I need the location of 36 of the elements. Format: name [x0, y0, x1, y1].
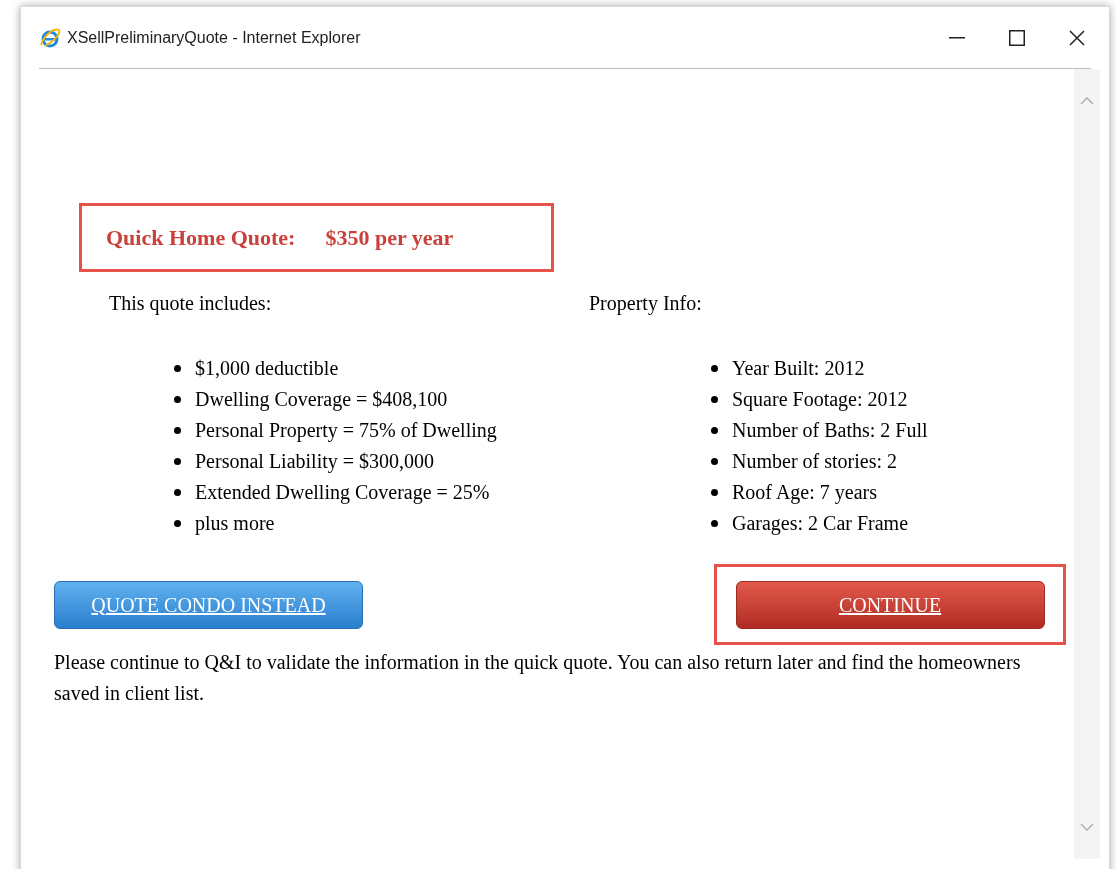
- list-item: Roof Age: 7 years: [732, 480, 877, 506]
- info-paragraph: Please continue to Q&I to validate the information in the quick quote. You can also return later and find the homeowners saved in client list.: [54, 650, 1022, 706]
- quote-label: Quick Home Quote:: [106, 224, 296, 252]
- list-item: Personal Liability = $300,000: [195, 449, 435, 475]
- list-item: Number of stories: 2: [732, 449, 897, 474]
- alternate-quote-button[interactable]: QUOTE CONDO INSTEAD: [54, 580, 363, 629]
- bullet-icon: [174, 396, 181, 403]
- minimize-icon[interactable]: [949, 36, 965, 39]
- bullet-icon: [174, 520, 181, 527]
- bullet-icon: [711, 365, 718, 372]
- continue-button[interactable]: CONTINUE: [735, 580, 1045, 629]
- bullet-icon: [174, 489, 181, 496]
- list-item: plus more: [195, 511, 275, 537]
- bullet-icon: [711, 396, 718, 403]
- bullet-icon: [174, 458, 181, 465]
- list-item: Square Footage: 2012: [732, 387, 908, 413]
- section-heading: Property Info:: [589, 291, 703, 317]
- list-item: Personal Property = 75% of Dwelling: [195, 418, 497, 444]
- section-heading: This quote includes:: [109, 291, 273, 317]
- quote-price: $350 per year: [325, 224, 454, 252]
- list-item: Dwelling Coverage = $408,100: [195, 387, 448, 413]
- bullet-icon: [711, 458, 718, 465]
- maximize-icon[interactable]: [1009, 29, 1025, 46]
- bullet-icon: [711, 427, 718, 434]
- list-item: $1,000 deductible: [195, 356, 339, 381]
- window-title: XSellPreliminaryQuote - Internet Explorer: [67, 27, 361, 48]
- bullet-icon: [711, 489, 718, 496]
- bullet-icon: [711, 520, 718, 527]
- close-icon[interactable]: [1069, 29, 1085, 46]
- browser-logo-icon: [39, 26, 61, 49]
- list-item: Extended Dwelling Coverage = 25%: [195, 480, 490, 506]
- list-item: Number of Baths: 2 Full: [732, 418, 928, 443]
- bullet-icon: [174, 365, 181, 372]
- list-item: Year Built: 2012: [732, 356, 865, 381]
- bullet-icon: [174, 427, 181, 434]
- list-item: Garages: 2 Car Frame: [732, 511, 909, 537]
